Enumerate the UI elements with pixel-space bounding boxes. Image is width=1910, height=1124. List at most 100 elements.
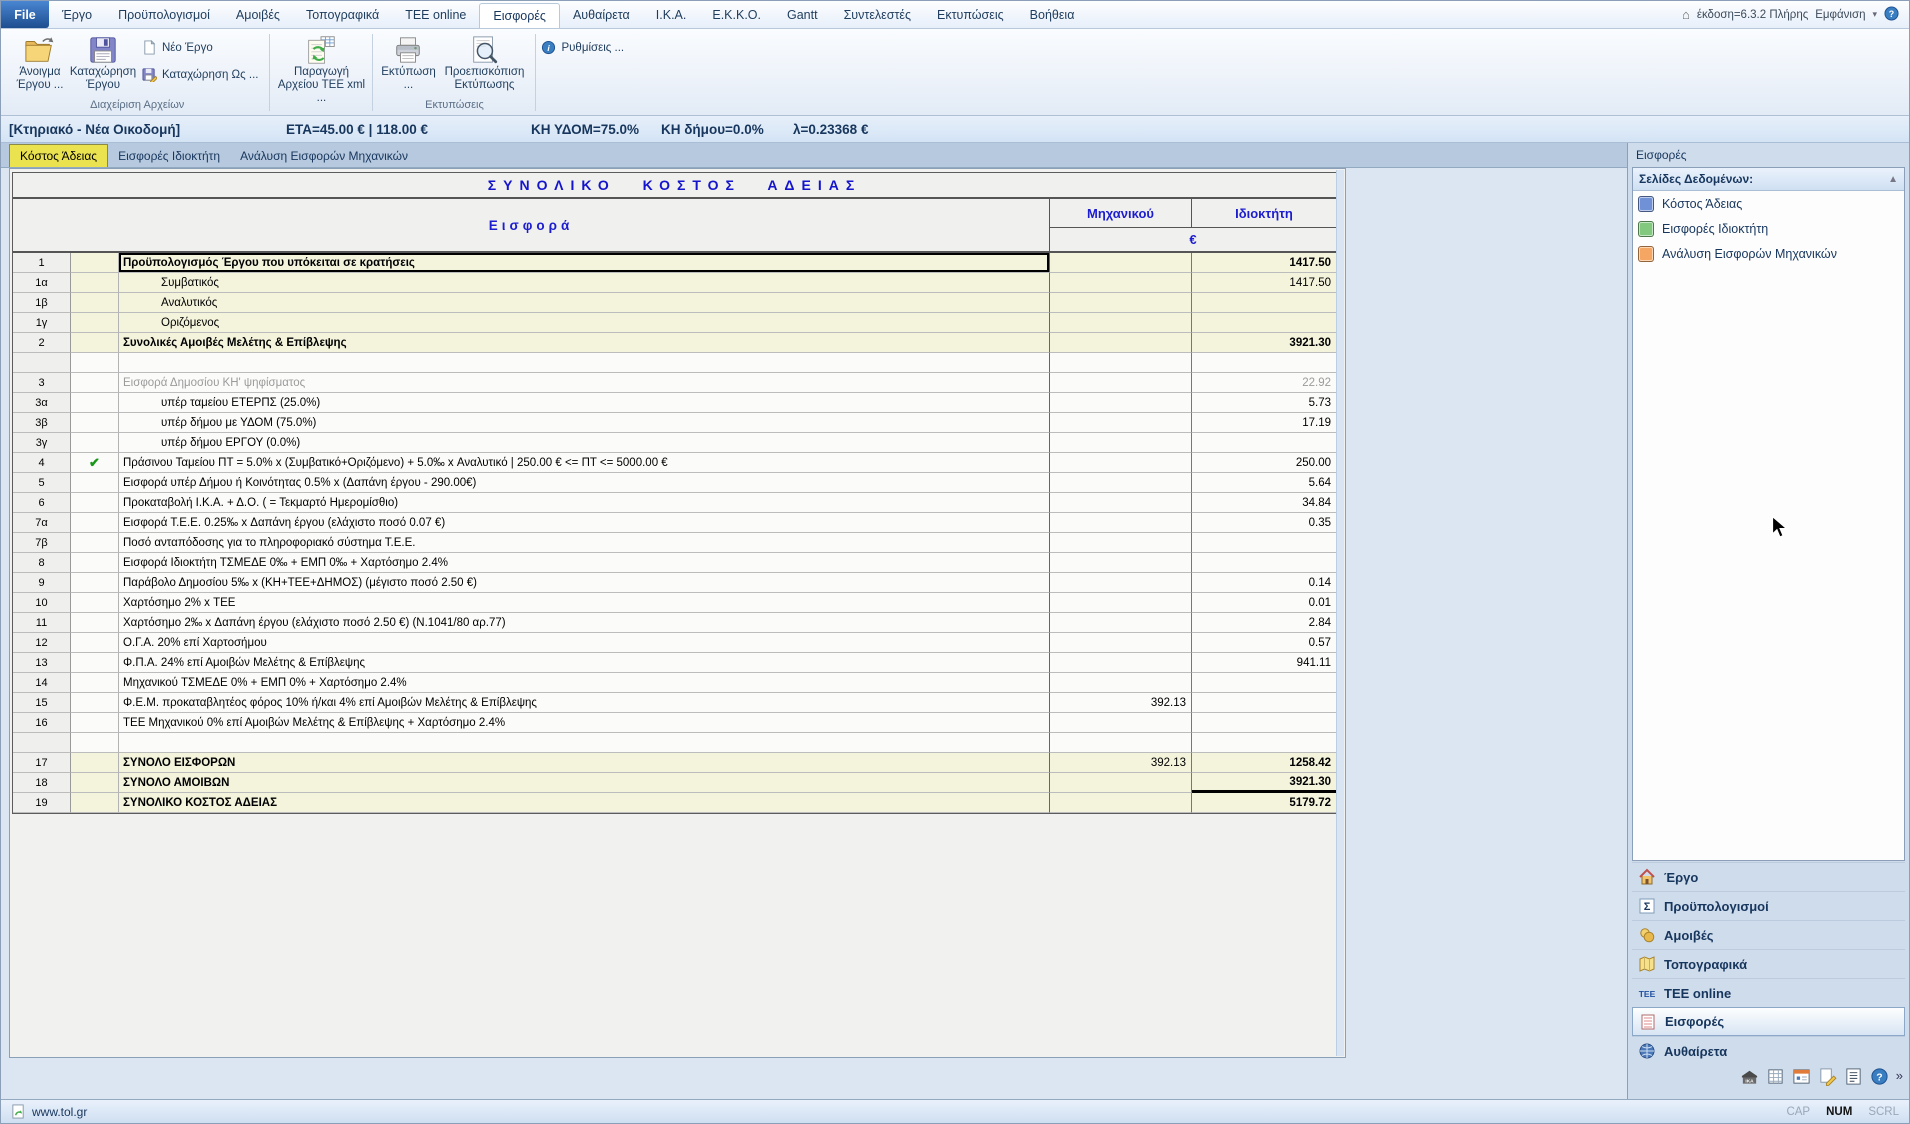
check-cell[interactable] [71, 293, 119, 313]
owner-value-cell[interactable] [1192, 713, 1336, 733]
nav-item-Εισφορές[interactable]: Εισφορές [1632, 1007, 1905, 1036]
engineer-value-cell[interactable] [1050, 293, 1192, 313]
engineer-value-cell[interactable] [1050, 573, 1192, 593]
check-cell[interactable] [71, 313, 119, 333]
page-tab-Ανάλυση Εισφορών Μηχανικών[interactable]: Ανάλυση Εισφορών Μηχανικών [230, 145, 418, 167]
calendar-icon[interactable] [1792, 1067, 1811, 1091]
row-number-cell[interactable]: 9 [13, 573, 71, 593]
row-number-cell[interactable]: 19 [13, 793, 71, 813]
check-cell[interactable] [71, 553, 119, 573]
check-cell[interactable] [71, 633, 119, 653]
owner-value-cell[interactable]: 5.73 [1192, 393, 1336, 413]
page-tab-Εισφορές Ιδιοκτήτη[interactable]: Εισφορές Ιδιοκτήτη [108, 145, 230, 167]
engineer-value-cell[interactable] [1050, 453, 1192, 473]
description-cell[interactable]: Χαρτόσημο 2% x ΤΕΕ [119, 593, 1050, 613]
page-tab-Κόστος Άδειας[interactable]: Κόστος Άδειας [9, 144, 108, 167]
description-cell[interactable]: Φ.Ε.Μ. προκαταβλητέος φόρος 10% ή/και 4%… [119, 693, 1050, 713]
nav-item-Προϋπολογισμοί[interactable]: ΣΠροϋπολογισμοί [1632, 891, 1905, 920]
open-project-button[interactable]: Άνοιγμα Έργου ... [10, 32, 70, 95]
row-number-cell[interactable]: 2 [13, 333, 71, 353]
owner-value-cell[interactable]: 0.35 [1192, 513, 1336, 533]
menu-tab-Ι.Κ.Α.[interactable]: Ι.Κ.Α. [643, 1, 700, 28]
description-cell[interactable]: ΣΥΝΟΛΟ ΕΙΣΦΟΡΩΝ [119, 753, 1050, 773]
collapse-arrow-icon[interactable]: ▲ [1888, 174, 1898, 185]
row-number-cell[interactable]: 18 [13, 773, 71, 793]
owner-value-cell[interactable]: 941.11 [1192, 653, 1336, 673]
owner-value-cell[interactable]: 5.64 [1192, 473, 1336, 493]
check-cell[interactable] [71, 693, 119, 713]
row-number-cell[interactable]: 16 [13, 713, 71, 733]
nav-item-TEE online[interactable]: TEETEE online [1632, 978, 1905, 1007]
engineer-value-cell[interactable]: 392.13 [1050, 693, 1192, 713]
engineer-value-cell[interactable] [1050, 253, 1192, 273]
table-icon[interactable] [1766, 1067, 1785, 1091]
description-cell[interactable]: Προκαταβολή Ι.Κ.Α. + Δ.Ο. ( = Τεκμαρτό Η… [119, 493, 1050, 513]
menu-tab-Προϋπολογισμοί[interactable]: Προϋπολογισμοί [105, 1, 223, 28]
description-cell[interactable]: Συμβατικός [119, 273, 1050, 293]
check-cell[interactable] [71, 393, 119, 413]
check-cell[interactable] [71, 673, 119, 693]
row-number-cell[interactable]: 12 [13, 633, 71, 653]
list-icon[interactable] [1844, 1067, 1863, 1091]
chevron-down-icon[interactable]: ▾ [1872, 9, 1877, 20]
menu-tab-Αυθαίρετα[interactable]: Αυθαίρετα [560, 1, 643, 28]
print-button[interactable]: Εκτύπωση ... [378, 32, 438, 95]
save-as-button[interactable]: Καταχώρηση Ως ... [142, 67, 258, 82]
description-cell[interactable]: Παράβολο Δημοσίου 5‰ x (ΚΗ+ΤΕΕ+ΔΗΜΟΣ) (μ… [119, 573, 1050, 593]
row-number-cell[interactable]: 3β [13, 413, 71, 433]
check-cell[interactable] [71, 353, 119, 373]
owner-value-cell[interactable]: 1417.50 [1192, 273, 1336, 293]
description-cell[interactable]: ΣΥΝΟΛΙΚΟ ΚΟΣΤΟΣ ΑΔΕΙΑΣ [119, 793, 1050, 813]
check-cell[interactable] [71, 433, 119, 453]
data-page-item-Εισφορές Ιδιοκτήτη[interactable]: Εισφορές Ιδιοκτήτη [1633, 216, 1904, 241]
description-cell[interactable]: Πράσινου Ταμείου ΠΤ = 5.0% x (Συμβατικό+… [119, 453, 1050, 473]
menu-tab-Εκτυπώσεις[interactable]: Εκτυπώσεις [924, 1, 1017, 28]
engineer-value-cell[interactable] [1050, 633, 1192, 653]
description-cell[interactable]: Συνολικές Αμοιβές Μελέτης & Επίβλεψης [119, 333, 1050, 353]
more-buttons-chevron-icon[interactable]: » [1896, 1069, 1903, 1090]
owner-value-cell[interactable]: 22.92 [1192, 373, 1336, 393]
engineer-value-cell[interactable] [1050, 553, 1192, 573]
nav-item-Τοπογραφικά[interactable]: Τοπογραφικά [1632, 949, 1905, 978]
row-number-cell[interactable]: 1γ [13, 313, 71, 333]
description-cell[interactable]: Αναλυτικός [119, 293, 1050, 313]
row-number-cell[interactable] [13, 353, 71, 373]
owner-value-cell[interactable] [1192, 433, 1336, 453]
row-number-cell[interactable]: 3 [13, 373, 71, 393]
description-cell[interactable] [119, 353, 1050, 373]
nav-item-Αμοιβές[interactable]: Αμοιβές [1632, 920, 1905, 949]
description-cell[interactable]: Προϋπολογισμός Έργου που υπόκειται σε κρ… [119, 253, 1050, 273]
menu-tab-Τοπογραφικά[interactable]: Τοπογραφικά [293, 1, 392, 28]
owner-value-cell[interactable]: 0.57 [1192, 633, 1336, 653]
description-cell[interactable]: Ποσό ανταπόδοσης για το πληροφοριακό σύσ… [119, 533, 1050, 553]
owner-value-cell[interactable]: 3921.30 [1192, 333, 1336, 353]
check-cell[interactable] [71, 713, 119, 733]
check-cell[interactable] [71, 533, 119, 553]
engineer-value-cell[interactable] [1050, 493, 1192, 513]
row-number-cell[interactable]: 11 [13, 613, 71, 633]
engineer-value-cell[interactable] [1050, 433, 1192, 453]
file-menu-button[interactable]: File [1, 1, 49, 28]
check-cell[interactable] [71, 733, 119, 753]
owner-value-cell[interactable] [1192, 353, 1336, 373]
row-number-cell[interactable]: 1 [13, 253, 71, 273]
check-cell[interactable] [71, 273, 119, 293]
engineer-value-cell[interactable] [1050, 353, 1192, 373]
description-cell[interactable]: Φ.Π.Α. 24% επί Αμοιβών Μελέτης & Επίβλεψ… [119, 653, 1050, 673]
engineer-value-cell[interactable]: 392.13 [1050, 753, 1192, 773]
owner-value-cell[interactable]: 2.84 [1192, 613, 1336, 633]
row-number-cell[interactable]: 15 [13, 693, 71, 713]
check-cell[interactable] [71, 573, 119, 593]
owner-value-cell[interactable]: 0.01 [1192, 593, 1336, 613]
description-cell[interactable]: Μηχανικού ΤΣΜΕΔΕ 0% + ΕΜΠ 0% + Χαρτόσημο… [119, 673, 1050, 693]
owner-value-cell[interactable]: 250.00 [1192, 453, 1336, 473]
settings-button[interactable]: i Ρυθμίσεις ... [541, 40, 624, 55]
engineer-value-cell[interactable] [1050, 713, 1192, 733]
row-number-cell[interactable]: 17 [13, 753, 71, 773]
engineer-value-cell[interactable] [1050, 793, 1192, 813]
save-project-button[interactable]: Καταχώρηση Έργου [70, 32, 136, 95]
description-cell[interactable] [119, 733, 1050, 753]
edit-icon[interactable] [1818, 1067, 1837, 1091]
check-cell[interactable] [71, 373, 119, 393]
menu-tab-TEE online[interactable]: TEE online [392, 1, 479, 28]
